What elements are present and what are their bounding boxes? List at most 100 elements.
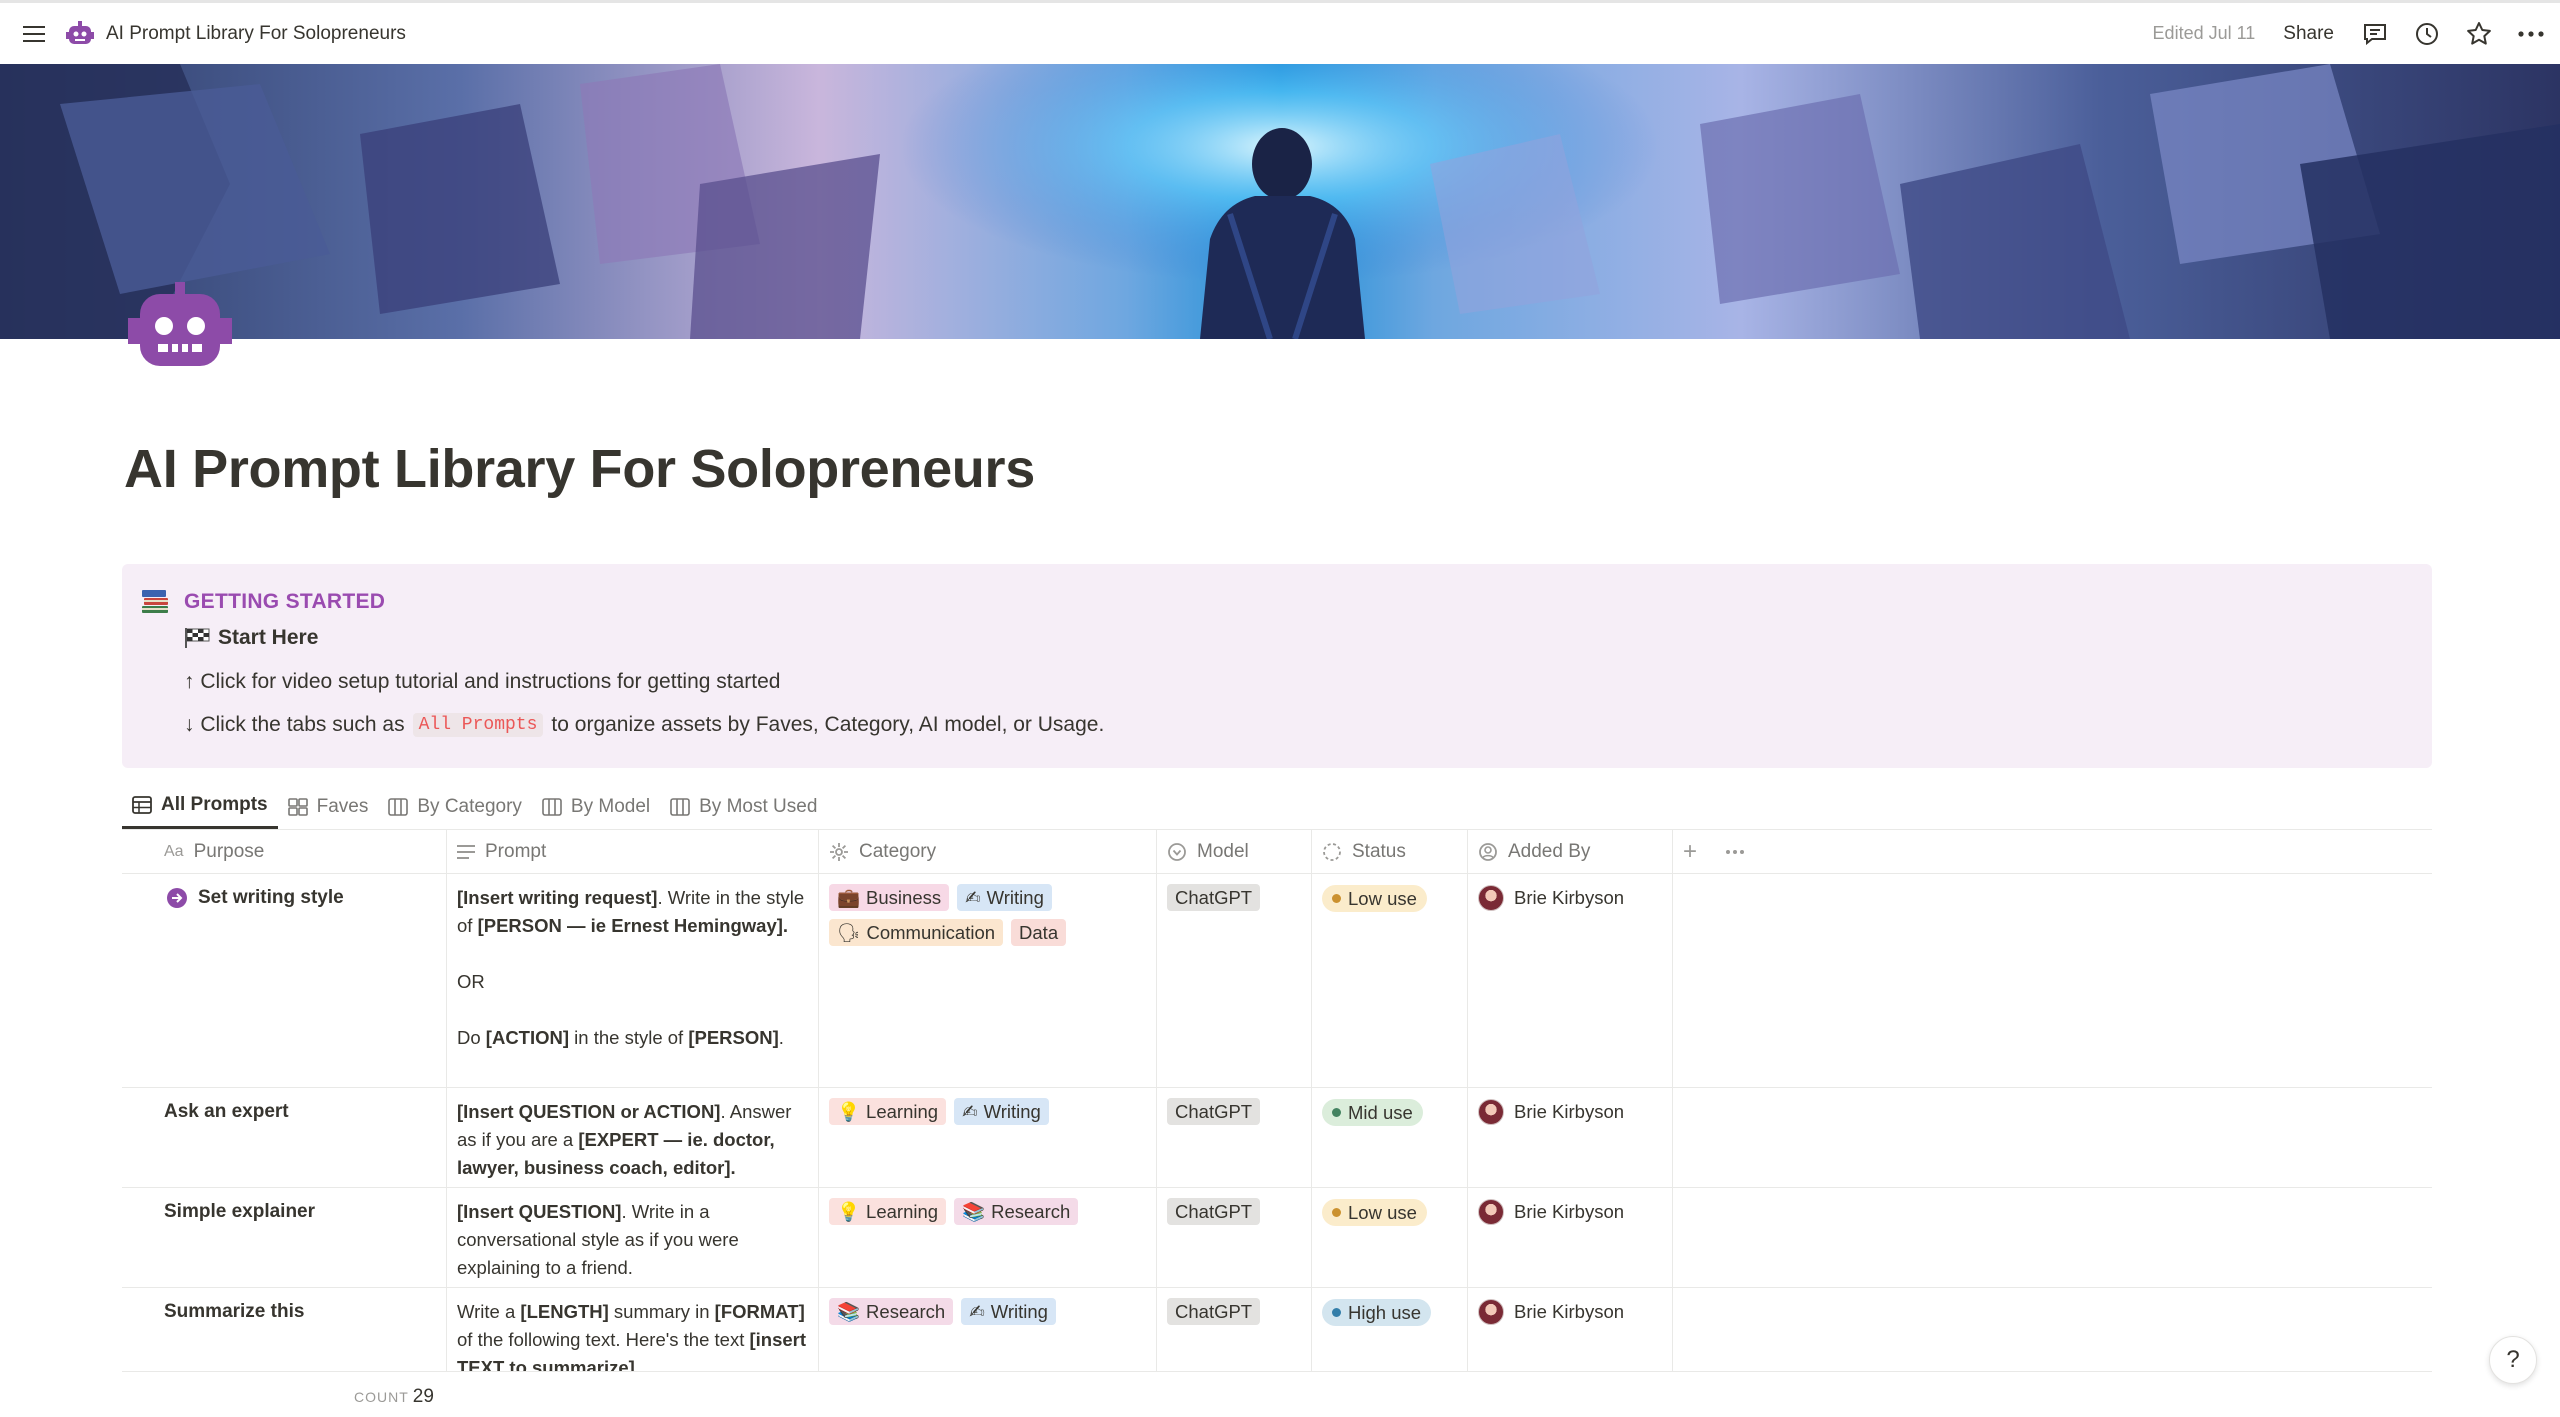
model-cell[interactable]: ChatGPT <box>1157 1088 1312 1187</box>
column-header-added-by[interactable]: Added By <box>1468 830 1673 873</box>
history-icon[interactable] <box>2412 19 2442 49</box>
tag-label: Business <box>866 886 942 908</box>
column-header-purpose[interactable]: Aa Purpose <box>122 830 447 873</box>
tab-faves[interactable]: Faves <box>278 784 379 829</box>
category-tag: 💡 Learning <box>829 1098 947 1125</box>
status-badge: Mid use <box>1322 1099 1423 1126</box>
purpose-text[interactable]: Simple explainer <box>164 1198 436 1226</box>
status-cell[interactable]: Mid use <box>1312 1088 1468 1187</box>
purpose-text[interactable]: Summarize this <box>164 1298 436 1326</box>
added-by-cell[interactable]: Brie Kirbyson <box>1468 1288 1673 1371</box>
table-row[interactable]: Ask an expert [Insert QUESTION or ACTION… <box>122 1088 2432 1188</box>
column-label: Prompt <box>485 840 547 862</box>
prompt-bold: [PERSON — ie Ernest Hemingway]. <box>477 915 789 936</box>
books-icon: 📚 <box>962 1200 986 1222</box>
more-icon[interactable] <box>2516 19 2546 49</box>
status-icon <box>1323 842 1341 861</box>
tab-label: All Prompts <box>161 794 268 815</box>
help-button[interactable]: ? <box>2489 1336 2537 1384</box>
prompt-bold: [Insert QUESTION or ACTION] <box>457 1101 721 1122</box>
tab-by-category[interactable]: By Category <box>378 784 532 829</box>
empty-cell <box>1673 1288 2432 1371</box>
books-icon <box>142 590 168 613</box>
tab-label: By Most Used <box>699 795 818 817</box>
category-cell[interactable]: 📚 Research ✍ Writing <box>819 1288 1157 1371</box>
arrow-circle-icon <box>167 888 187 908</box>
tab-all-prompts[interactable]: All Prompts <box>122 784 278 829</box>
person-name: Brie Kirbyson <box>1514 1301 1625 1322</box>
lightbulb-icon: 💡 <box>837 1200 861 1222</box>
status-cell[interactable]: Low use <box>1312 874 1468 1087</box>
model-cell[interactable]: ChatGPT <box>1157 1288 1312 1371</box>
added-by-cell[interactable]: Brie Kirbyson <box>1468 874 1673 1087</box>
tag-label: Communication <box>866 921 996 943</box>
table-header: Aa Purpose Prompt Category Model Status … <box>122 830 2432 874</box>
empty-cell <box>1673 1188 2432 1287</box>
row-count[interactable]: COUNT 29 <box>354 1386 434 1408</box>
status-label: High use <box>1348 1301 1422 1323</box>
prompt-text[interactable]: [Insert writing request]. Write in the s… <box>447 874 819 1087</box>
column-label: Added By <box>1508 840 1591 862</box>
gallery-icon <box>287 797 308 816</box>
more-icon[interactable] <box>1725 849 1745 855</box>
column-header-model[interactable]: Model <box>1157 830 1312 873</box>
status-dot <box>1332 894 1341 903</box>
category-tag: ✍ Writing <box>954 1098 1049 1125</box>
avatar <box>1478 1099 1504 1125</box>
tab-by-most-used[interactable]: By Most Used <box>660 784 827 829</box>
tag-label: Research <box>866 1300 946 1322</box>
callout-line-1: ↑ Click for video setup tutorial and ins… <box>184 670 781 693</box>
board-icon <box>542 797 562 816</box>
avatar <box>1478 885 1504 911</box>
prompt-plain: . <box>778 1027 784 1048</box>
prompt-plain: OR <box>457 971 485 992</box>
star-icon[interactable] <box>2464 19 2494 49</box>
prompt-text[interactable]: [Insert QUESTION or ACTION]. Answer as i… <box>447 1088 819 1187</box>
robot-icon <box>66 20 94 44</box>
column-header-category[interactable]: Category <box>819 830 1157 873</box>
tab-label: By Category <box>417 795 522 817</box>
model-cell[interactable]: ChatGPT <box>1157 874 1312 1087</box>
breadcrumb[interactable]: AI Prompt Library For Solopreneurs <box>106 23 406 45</box>
top-bar: AI Prompt Library For Solopreneurs Edite… <box>0 0 2560 64</box>
status-badge: Low use <box>1322 1199 1427 1226</box>
comment-icon[interactable] <box>2360 19 2390 49</box>
robot-icon[interactable] <box>128 282 232 378</box>
status-badge: High use <box>1322 1299 1432 1326</box>
menu-icon[interactable] <box>14 14 54 54</box>
model-cell[interactable]: ChatGPT <box>1157 1188 1312 1287</box>
share-button[interactable]: Share <box>2283 23 2334 45</box>
prompt-plain: of the following text. Here's the text <box>457 1329 750 1350</box>
prompt-text[interactable]: Write a [LENGTH] summary in [FORMAT] of … <box>447 1288 819 1371</box>
page-title: AI Prompt Library For Solopreneurs <box>124 439 1035 499</box>
table-row[interactable]: Set writing style [Insert writing reques… <box>122 874 2432 1088</box>
tag-label: Data <box>1019 921 1059 943</box>
category-cell[interactable]: 💼 Business ✍ Writing 🗣 Communication Data <box>819 874 1157 1087</box>
tab-by-model[interactable]: By Model <box>532 784 660 829</box>
category-tag: ✍ Writing <box>957 884 1052 911</box>
model-tag: ChatGPT <box>1167 1098 1261 1125</box>
status-cell[interactable]: Low use <box>1312 1188 1468 1287</box>
status-dot <box>1332 1308 1341 1317</box>
all-prompts-code: All Prompts <box>412 713 544 737</box>
tab-label: By Model <box>570 795 651 817</box>
add-column-icon[interactable]: + <box>1683 838 1697 866</box>
tag-label: Research <box>991 1200 1071 1222</box>
model-tag: ChatGPT <box>1167 1298 1261 1325</box>
status-dot <box>1332 1208 1341 1217</box>
row-title[interactable]: Set writing style <box>166 884 436 912</box>
added-by-cell[interactable]: Brie Kirbyson <box>1468 1088 1673 1187</box>
added-by-cell[interactable]: Brie Kirbyson <box>1468 1188 1673 1287</box>
briefcase-icon: 💼 <box>837 886 861 908</box>
category-tag: 🗣 Communication <box>829 919 1004 946</box>
start-here-link[interactable]: Start Here <box>184 626 318 650</box>
column-header-prompt[interactable]: Prompt <box>447 830 819 873</box>
category-cell[interactable]: 💡 Learning ✍ Writing <box>819 1088 1157 1187</box>
status-cell[interactable]: High use <box>1312 1288 1468 1371</box>
category-cell[interactable]: 💡 Learning 📚 Research <box>819 1188 1157 1287</box>
column-header-status[interactable]: Status <box>1312 830 1468 873</box>
table-row[interactable]: Summarize this Write a [LENGTH] summary … <box>122 1288 2432 1372</box>
table-row[interactable]: Simple explainer [Insert QUESTION]. Writ… <box>122 1188 2432 1288</box>
purpose-text[interactable]: Ask an expert <box>164 1098 436 1126</box>
prompt-text[interactable]: [Insert QUESTION]. Write in a conversati… <box>447 1188 819 1287</box>
